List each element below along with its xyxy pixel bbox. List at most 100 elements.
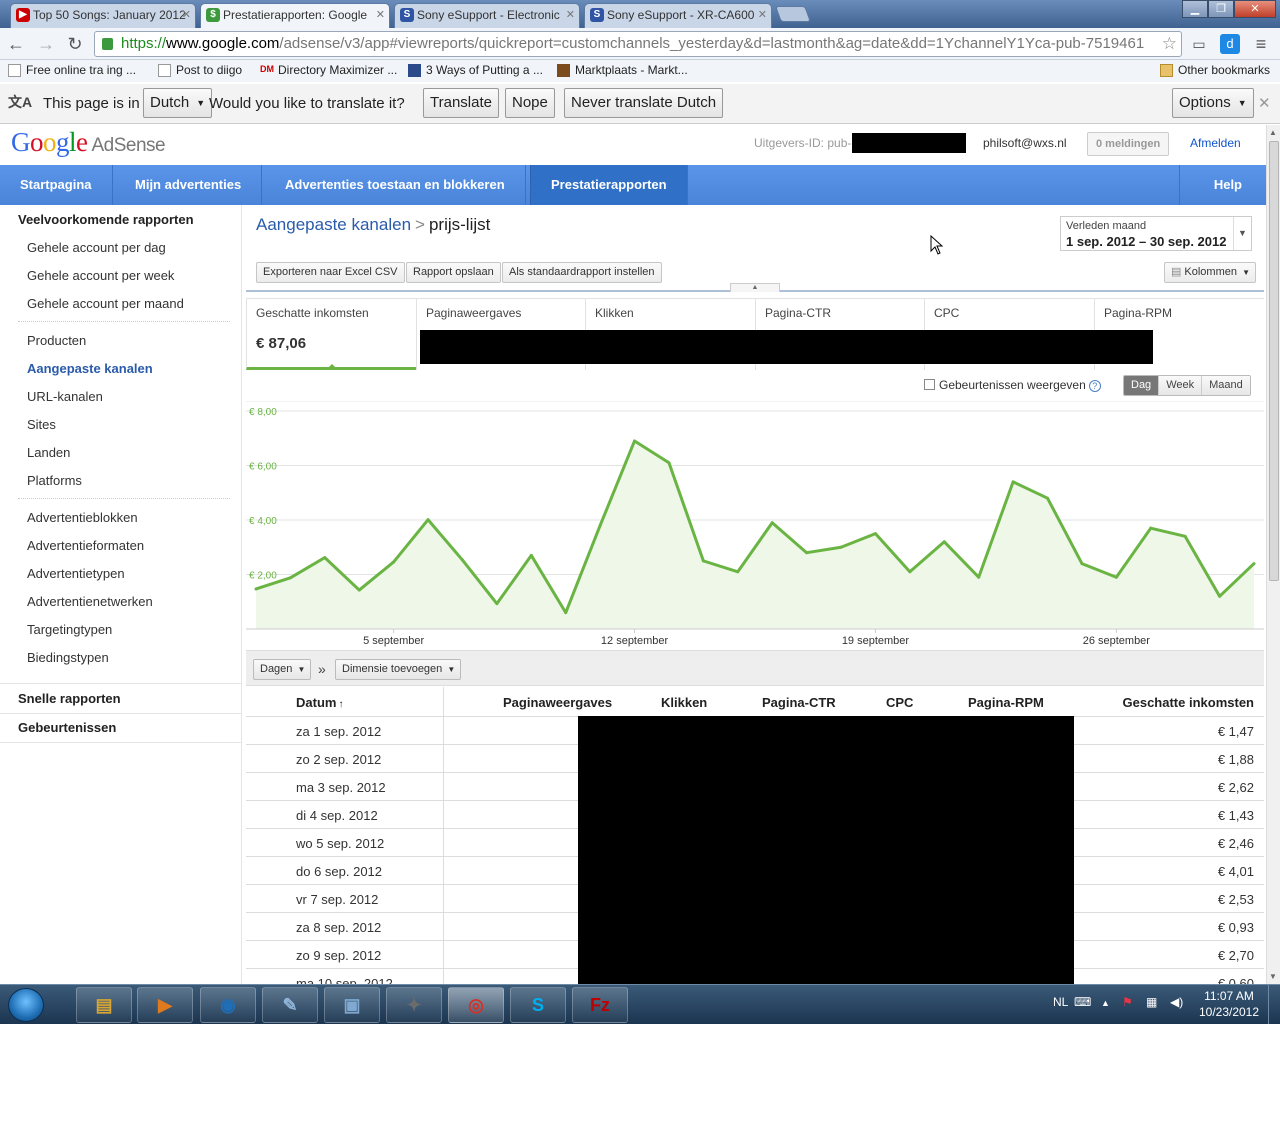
page-action-icon[interactable]: ▭ <box>1188 33 1210 55</box>
export-csv-button[interactable]: Exporteren naar Excel CSV <box>256 262 405 283</box>
logout-link[interactable]: Afmelden <box>1190 136 1241 150</box>
explorer-icon[interactable]: ▤ <box>76 987 132 1023</box>
bookmark-star-icon[interactable]: ☆ <box>1162 32 1177 56</box>
sidebar-item-advertentieblokken[interactable]: Advertentieblokken <box>27 510 138 525</box>
window-close-icon[interactable]: ✕ <box>1234 0 1276 18</box>
adsense-logo[interactable]: Google AdSense <box>11 127 166 158</box>
nav-startpagina[interactable]: Startpagina <box>0 165 113 205</box>
set-default-report-button[interactable]: Als standaardrapport instellen <box>502 262 662 283</box>
save-report-button[interactable]: Rapport opslaan <box>406 262 501 283</box>
collapse-handle[interactable]: ▲ <box>730 283 780 292</box>
metric-tab-earnings[interactable]: Geschatte inkomsten € 87,06 <box>246 298 416 370</box>
sidebar-item-sites[interactable]: Sites <box>27 417 56 432</box>
column-header-ctr[interactable]: Pagina-CTR <box>762 695 836 710</box>
language-indicator[interactable]: NL <box>1053 995 1068 1009</box>
sidebar-item-url-kanalen[interactable]: URL-kanalen <box>27 389 103 404</box>
browser-tab-youtube[interactable]: ▶ Top 50 Songs: January 2012 ✕ <box>10 3 196 28</box>
options-button[interactable]: Options ▼ <box>1172 88 1254 118</box>
tray-expand-icon[interactable]: ▲ <box>1101 998 1110 1008</box>
sidebar-item-advertentienetwerken[interactable]: Advertentienetwerken <box>27 594 153 609</box>
bookmark-item[interactable]: 3 Ways of Putting a ... <box>408 63 543 77</box>
browser-tab-adsense[interactable]: $ Prestatierapporten: Google ✕ <box>200 3 390 28</box>
column-header-pageviews[interactable]: Paginaweergaves <box>503 695 612 710</box>
sidebar-item-per-dag[interactable]: Gehele account per dag <box>27 240 166 255</box>
tab-close-icon[interactable]: ✕ <box>566 4 575 26</box>
close-icon[interactable]: ✕ <box>1258 94 1271 112</box>
scroll-up-icon[interactable]: ▲ <box>1269 128 1277 137</box>
tab-close-icon[interactable]: ✕ <box>758 4 767 26</box>
network-icon[interactable]: ▦ <box>1146 995 1157 1009</box>
filezilla-icon[interactable]: Fz <box>572 987 628 1023</box>
show-desktop-button[interactable] <box>1268 985 1280 1024</box>
bookmark-item[interactable]: DM Directory Maximizer ... <box>258 63 397 77</box>
sidebar-item-per-maand[interactable]: Gehele account per maand <box>27 296 184 311</box>
columns-button[interactable]: ▤ Kolommen ▼ <box>1164 262 1256 283</box>
remote-desktop-icon[interactable]: ▣ <box>324 987 380 1023</box>
wrench-menu-icon[interactable]: ≡ <box>1250 33 1272 55</box>
sidebar-section-quick[interactable]: Snelle rapporten <box>18 691 121 706</box>
column-header-clicks[interactable]: Klikken <box>661 695 707 710</box>
paint-icon[interactable]: ✎ <box>262 987 318 1023</box>
tab-close-icon[interactable]: ✕ <box>376 4 385 26</box>
minimize-icon[interactable]: ▁ <box>1182 0 1208 18</box>
teamviewer-icon[interactable]: ◉ <box>200 987 256 1023</box>
nope-button[interactable]: Nope <box>505 88 555 118</box>
breadcrumb-link[interactable]: Aangepaste kanalen <box>256 215 411 234</box>
sidebar-item-advertentietypen[interactable]: Advertentietypen <box>27 566 125 581</box>
sidebar-item-biedingstypen[interactable]: Biedingstypen <box>27 650 109 665</box>
dimension-days-button[interactable]: Dagen ▼ <box>253 659 312 680</box>
gimp-icon[interactable]: ✦ <box>386 987 442 1023</box>
scroll-down-icon[interactable]: ▼ <box>1269 972 1277 981</box>
nav-toestaan-blokkeren[interactable]: Advertenties toestaan en blokkeren <box>265 165 526 205</box>
scroll-thumb[interactable] <box>1269 141 1279 581</box>
nav-help[interactable]: Help <box>1178 165 1266 205</box>
skype-icon[interactable]: S <box>510 987 566 1023</box>
action-center-icon[interactable]: ⚑ <box>1122 995 1133 1009</box>
diigo-extension-icon[interactable]: d <box>1220 34 1240 54</box>
help-icon[interactable]: ? <box>1088 380 1101 392</box>
forward-icon[interactable]: → <box>35 33 57 55</box>
bookmark-item[interactable]: Marktplaats - Markt... <box>557 63 688 77</box>
sidebar-item-producten[interactable]: Producten <box>27 333 86 348</box>
translate-button[interactable]: Translate <box>423 88 499 118</box>
events-toggle[interactable]: Gebeurtenissen weergeven? <box>924 378 1101 392</box>
sidebar-item-targetingtypen[interactable]: Targetingtypen <box>27 622 112 637</box>
sidebar-item-advertentieformaten[interactable]: Advertentieformaten <box>27 538 144 553</box>
chrome-icon[interactable]: ◎ <box>448 987 504 1023</box>
granularity-day[interactable]: Dag <box>1124 376 1159 395</box>
bookmark-item[interactable]: Post to diigo <box>158 63 242 77</box>
reload-icon[interactable]: ↻ <box>64 33 86 55</box>
nav-mijn-advertenties[interactable]: Mijn advertenties <box>115 165 263 205</box>
maximize-icon[interactable]: ❐ <box>1208 0 1234 18</box>
media-player-icon[interactable]: ▶ <box>137 987 193 1023</box>
other-bookmarks[interactable]: Other bookmarks <box>1160 63 1270 77</box>
nav-prestatierapporten[interactable]: Prestatierapporten <box>530 165 688 205</box>
date-range-select[interactable]: Verleden maand 1 sep. 2012 – 30 sep. 201… <box>1060 216 1252 251</box>
sidebar-item-platforms[interactable]: Platforms <box>27 473 82 488</box>
new-tab-button[interactable] <box>775 6 811 22</box>
back-icon[interactable]: ← <box>5 33 27 55</box>
browser-tab-sony-2[interactable]: S Sony eSupport - XR-CA600 ✕ <box>584 3 772 28</box>
granularity-week[interactable]: Week <box>1158 376 1202 395</box>
address-bar[interactable]: https://www.google.com/adsense/v3/app#vi… <box>94 31 1182 57</box>
browser-tab-sony-1[interactable]: S Sony eSupport - Electronic ✕ <box>394 3 580 28</box>
add-dimension-button[interactable]: Dimensie toevoegen ▼ <box>335 659 462 680</box>
granularity-month[interactable]: Maand <box>1201 376 1250 395</box>
column-header-cpc[interactable]: CPC <box>886 695 913 710</box>
column-header-earnings[interactable]: Geschatte inkomsten <box>1123 695 1255 710</box>
sidebar-section-events[interactable]: Gebeurtenissen <box>18 720 116 735</box>
system-clock[interactable]: 11:07 AM 10/23/2012 <box>1195 988 1263 1020</box>
tab-close-icon[interactable]: ✕ <box>182 4 191 26</box>
column-header-rpm[interactable]: Pagina-RPM <box>968 695 1044 710</box>
language-select[interactable]: Dutch ▼ <box>143 88 213 118</box>
page-scrollbar[interactable]: ▲ ▼ <box>1266 125 1280 984</box>
notifications-button[interactable]: 0 meldingen <box>1087 132 1170 156</box>
sidebar-item-landen[interactable]: Landen <box>27 445 70 460</box>
events-checkbox[interactable] <box>924 379 935 390</box>
sidebar-section-common[interactable]: Veelvoorkomende rapporten <box>18 212 194 227</box>
start-button[interactable] <box>8 988 44 1022</box>
volume-icon[interactable]: ◀) <box>1170 995 1183 1009</box>
bookmark-item[interactable]: Free online tra ing ... <box>8 63 136 77</box>
sidebar-item-per-week[interactable]: Gehele account per week <box>27 268 174 283</box>
keyboard-icon[interactable]: ⌨ <box>1074 995 1091 1009</box>
